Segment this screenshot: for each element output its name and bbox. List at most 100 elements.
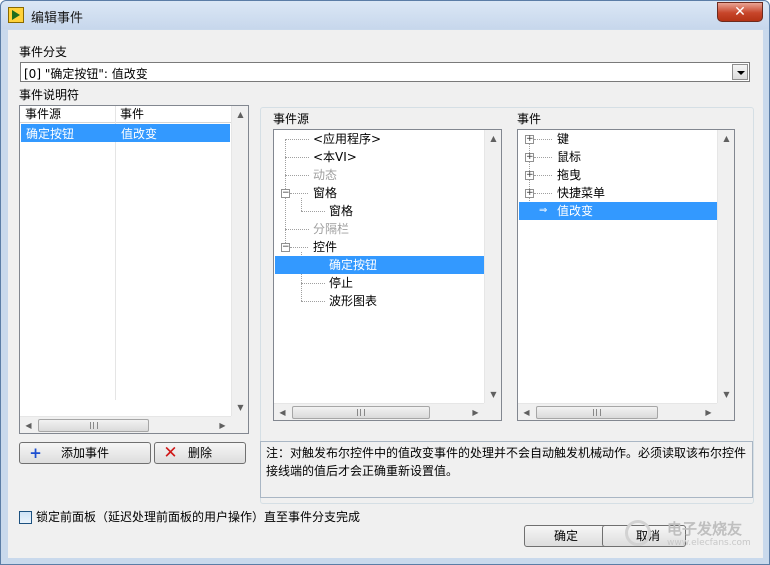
tree-item-controls[interactable]: 控件 bbox=[313, 238, 337, 256]
scroll-up-icon[interactable]: ▲ bbox=[485, 130, 502, 147]
scroll-down-icon[interactable]: ▼ bbox=[232, 399, 249, 416]
vertical-scrollbar[interactable]: ▲ ▼ bbox=[484, 130, 501, 403]
labview-icon bbox=[8, 7, 24, 23]
tree-line bbox=[301, 198, 302, 211]
plus-icon: + bbox=[29, 444, 42, 462]
delete-button[interactable]: ✕ 删除 bbox=[154, 442, 246, 464]
scroll-up-icon[interactable]: ▲ bbox=[232, 106, 249, 123]
events-tree[interactable]: + 键 + 鼠标 + 拖曳 + 快捷菜单 ⇒ 值改变 ▲ ▼ ◀ ▶ bbox=[517, 129, 735, 421]
delete-x-icon: ✕ bbox=[163, 443, 178, 463]
close-button[interactable]: ✕ bbox=[717, 2, 763, 22]
scrollbar-corner bbox=[484, 403, 501, 420]
tree-item-value-change[interactable]: 值改变 bbox=[557, 202, 593, 220]
scrollbar-corner bbox=[231, 416, 248, 433]
add-event-label: 添加事件 bbox=[60, 446, 109, 460]
tree-line bbox=[285, 229, 309, 230]
grip-icon bbox=[357, 409, 365, 416]
column-header-source[interactable]: 事件源 bbox=[20, 106, 115, 123]
event-case-select[interactable]: [0] "确定按钮": 值改变 bbox=[20, 62, 750, 82]
scroll-down-icon[interactable]: ▼ bbox=[718, 386, 735, 403]
edit-events-dialog: 编辑事件 ✕ 事件分支 [0] "确定按钮": 值改变 事件说明符 事件源 事件… bbox=[0, 0, 770, 565]
delete-label: 删除 bbox=[187, 446, 212, 460]
note-text: 注：对触发布尔控件中的值改变事件的处理并不会自动触发机械动作。必须读取该布尔控件… bbox=[260, 441, 753, 498]
vertical-scrollbar[interactable]: ▲ ▼ bbox=[717, 130, 734, 403]
tree-item-this-vi[interactable]: <本VI> bbox=[313, 148, 357, 166]
tree-item-stop[interactable]: 停止 bbox=[329, 274, 353, 292]
horizontal-scrollbar[interactable]: ◀ ▶ bbox=[20, 416, 231, 433]
tree-line bbox=[534, 175, 552, 176]
event-case-label: 事件分支 bbox=[19, 45, 68, 59]
tree-line bbox=[290, 193, 308, 194]
event-case-value: [0] "确定按钮": 值改变 bbox=[24, 67, 148, 81]
expand-icon[interactable]: + bbox=[525, 189, 534, 198]
scroll-up-icon[interactable]: ▲ bbox=[718, 130, 735, 147]
list-header: 事件源 事件 bbox=[20, 106, 231, 123]
tree-line bbox=[534, 157, 552, 158]
scroll-left-icon[interactable]: ◀ bbox=[20, 417, 37, 434]
dropdown-arrow-icon[interactable] bbox=[732, 64, 748, 80]
tree-item-ok-button[interactable]: 确定按钮 bbox=[329, 256, 377, 274]
tree-line bbox=[285, 139, 309, 140]
tree-item-selected-row[interactable] bbox=[275, 256, 485, 274]
tree-line bbox=[301, 301, 325, 302]
expand-icon[interactable]: + bbox=[525, 153, 534, 162]
window-title: 编辑事件 bbox=[31, 11, 84, 26]
scroll-right-icon[interactable]: ▶ bbox=[214, 417, 231, 434]
tree-item-shortcut-menu[interactable]: 快捷菜单 bbox=[557, 184, 605, 202]
tree-item-waveform-chart[interactable]: 波形图表 bbox=[329, 292, 377, 310]
scroll-right-icon[interactable]: ▶ bbox=[700, 404, 717, 421]
watermark-text: 电子发烧友 bbox=[667, 520, 743, 538]
tree-item-mouse[interactable]: 鼠标 bbox=[557, 148, 581, 166]
event-sources-tree[interactable]: <应用程序> <本VI> 动态 − 窗格 窗格 分隔栏 − 控件 确定按钮 停止… bbox=[273, 129, 502, 421]
grip-icon bbox=[89, 422, 98, 429]
add-event-button[interactable]: + 添加事件 bbox=[19, 442, 151, 464]
tree-item-splitter[interactable]: 分隔栏 bbox=[313, 220, 349, 238]
expand-icon[interactable]: + bbox=[525, 171, 534, 180]
tree-item-pane[interactable]: 窗格 bbox=[329, 202, 353, 220]
event-sources-label: 事件源 bbox=[273, 112, 310, 126]
dialog-body: 事件分支 [0] "确定按钮": 值改变 事件说明符 事件源 事件 确定按钮 值… bbox=[8, 30, 763, 558]
event-specifiers-list[interactable]: 事件源 事件 确定按钮 值改变 ▲ ▼ ◀ ▶ bbox=[19, 105, 249, 434]
scrollbar-corner bbox=[717, 403, 734, 420]
ok-button[interactable]: 确定 bbox=[524, 525, 608, 547]
scroll-thumb[interactable] bbox=[536, 406, 658, 419]
lock-front-panel-checkbox[interactable] bbox=[19, 511, 32, 524]
scroll-right-icon[interactable]: ▶ bbox=[467, 404, 484, 421]
row-source: 确定按钮 bbox=[26, 127, 75, 141]
horizontal-scrollbar[interactable]: ◀ ▶ bbox=[518, 403, 717, 420]
expand-icon[interactable]: + bbox=[525, 135, 534, 144]
events-label: 事件 bbox=[517, 112, 542, 126]
horizontal-scrollbar[interactable]: ◀ ▶ bbox=[274, 403, 484, 420]
table-row[interactable]: 确定按钮 值改变 bbox=[21, 124, 230, 142]
tree-line bbox=[285, 157, 309, 158]
tree-item-dynamic[interactable]: 动态 bbox=[313, 166, 337, 184]
watermark-circle-icon bbox=[625, 520, 651, 546]
watermark-url: www.elecfans.com bbox=[667, 538, 751, 548]
scroll-thumb[interactable] bbox=[38, 419, 149, 432]
event-specifiers-label: 事件说明符 bbox=[19, 88, 80, 102]
tree-line bbox=[301, 283, 325, 284]
tree-line bbox=[534, 193, 552, 194]
tree-line bbox=[290, 247, 308, 248]
vertical-scrollbar[interactable]: ▲ ▼ bbox=[231, 106, 248, 416]
tree-item-panes[interactable]: 窗格 bbox=[313, 184, 337, 202]
tree-item-key[interactable]: 键 bbox=[557, 130, 569, 148]
scroll-left-icon[interactable]: ◀ bbox=[274, 404, 291, 421]
row-event: 值改变 bbox=[121, 127, 158, 141]
scroll-down-icon[interactable]: ▼ bbox=[485, 386, 502, 403]
lock-front-panel-label: 锁定前面板（延迟处理前面板的用户操作）直至事件分支完成 bbox=[36, 510, 361, 524]
title-bar[interactable]: 编辑事件 ✕ bbox=[1, 1, 769, 29]
collapse-icon[interactable]: − bbox=[281, 243, 290, 252]
scroll-thumb[interactable] bbox=[292, 406, 430, 419]
value-change-arrow-icon: ⇒ bbox=[539, 205, 548, 216]
column-separator bbox=[115, 106, 116, 400]
tree-item-drag[interactable]: 拖曳 bbox=[557, 166, 581, 184]
collapse-icon[interactable]: − bbox=[281, 189, 290, 198]
watermark-logo: 电子发烧友 www.elecfans.com bbox=[621, 512, 767, 556]
column-header-event[interactable]: 事件 bbox=[115, 106, 225, 123]
tree-item-selected-row[interactable]: ⇒ bbox=[519, 202, 718, 220]
tree-item-application[interactable]: <应用程序> bbox=[313, 130, 381, 148]
tree-line bbox=[301, 211, 325, 212]
grip-icon bbox=[593, 409, 601, 416]
scroll-left-icon[interactable]: ◀ bbox=[518, 404, 535, 421]
